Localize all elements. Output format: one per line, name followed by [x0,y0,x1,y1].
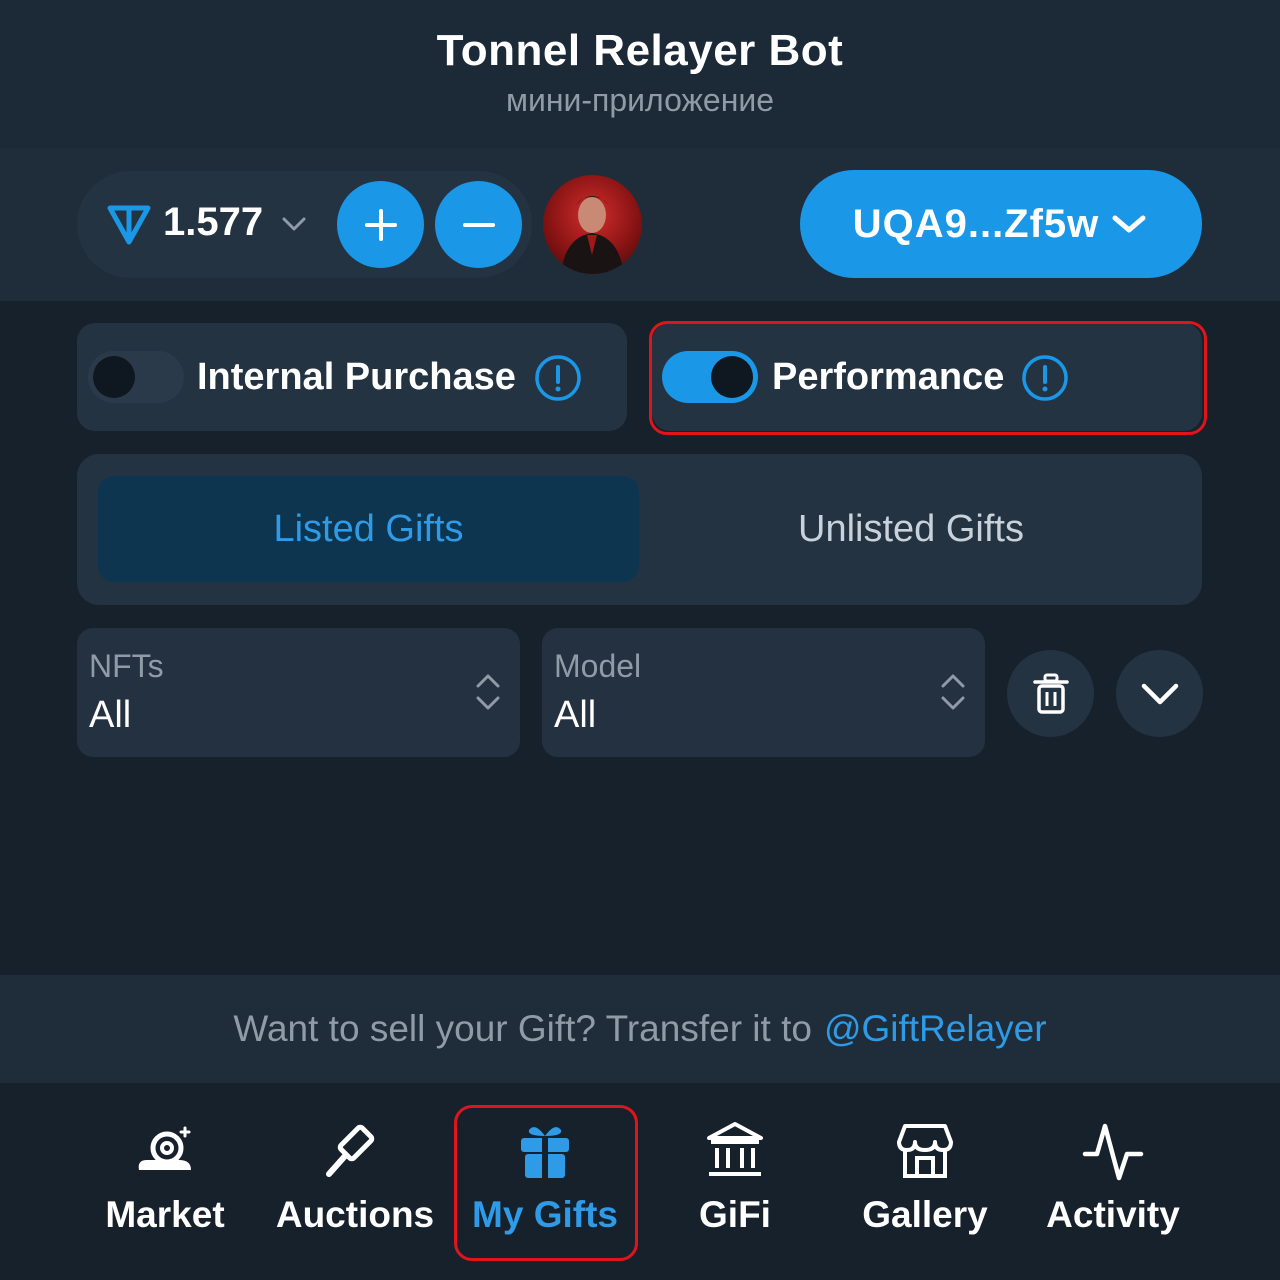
updown-chevron-icon [941,674,965,710]
nfts-select[interactable]: NFTs All [77,628,520,757]
chevron-down-icon [1112,215,1146,233]
wallet-address: UQA9...Zf5w [852,201,1100,246]
model-select[interactable]: Model All [542,628,985,757]
nav-gallery[interactable]: Gallery [830,1120,1020,1236]
plus-icon [364,208,397,241]
nav-gifi[interactable]: GiFi [640,1120,830,1236]
app-title: Tonnel Relayer Bot [436,26,844,75]
highlight-box [649,321,1207,435]
store-icon [897,1124,953,1178]
select-label: NFTs [89,648,164,684]
gift-relayer-link[interactable]: @GiftRelayer [824,1008,1047,1050]
withdraw-button[interactable] [435,181,522,268]
bank-icon [707,1122,763,1176]
nav-label: Gallery [862,1194,988,1235]
nav-label: Auctions [275,1194,435,1235]
snail-icon [138,1126,191,1170]
tab-unlisted-gifts[interactable]: Unlisted Gifts [641,476,1181,582]
add-funds-button[interactable] [337,181,424,268]
trash-icon [1032,673,1069,714]
activity-icon [1082,1123,1144,1181]
info-icon[interactable] [534,354,582,402]
avatar-image [561,196,624,274]
nav-label: Market [105,1194,225,1235]
sell-hint-bar: Want to sell your Gift? Transfer it to @… [0,975,1280,1083]
select-label: Model [554,648,642,684]
select-value: All [554,694,597,736]
nav-activity[interactable]: Activity [1018,1120,1208,1236]
minus-icon [462,222,495,227]
avatar[interactable] [543,175,642,274]
tab-label: Listed Gifts [273,507,464,550]
tab-label: Unlisted Gifts [798,507,1024,550]
balance-value: 1.577 [163,200,264,244]
ton-icon [107,205,151,245]
highlight-box [454,1105,638,1261]
tab-listed-gifts[interactable]: Listed Gifts [98,476,639,582]
expand-filters-button[interactable] [1116,650,1203,737]
nav-market[interactable]: Market [70,1120,260,1236]
nav-auctions[interactable]: Auctions [260,1120,450,1236]
internal-purchase-switch[interactable] [88,351,184,403]
chevron-down-icon[interactable] [280,213,308,235]
sell-hint-text: Want to sell your Gift? Transfer it to [233,1008,812,1049]
nav-label: Activity [1046,1194,1180,1235]
clear-filters-button[interactable] [1007,650,1094,737]
select-value: All [89,694,132,736]
app-header: Tonnel Relayer Bot мини-приложение [0,0,1280,148]
chevron-down-icon [1141,683,1178,704]
app-subtitle: мини-приложение [505,82,775,118]
wallet-address-button[interactable]: UQA9...Zf5w [800,170,1202,278]
internal-purchase-label: Internal Purchase [197,356,516,398]
nav-label: GiFi [699,1194,771,1235]
updown-chevron-icon [476,674,500,710]
gavel-icon [326,1124,375,1177]
